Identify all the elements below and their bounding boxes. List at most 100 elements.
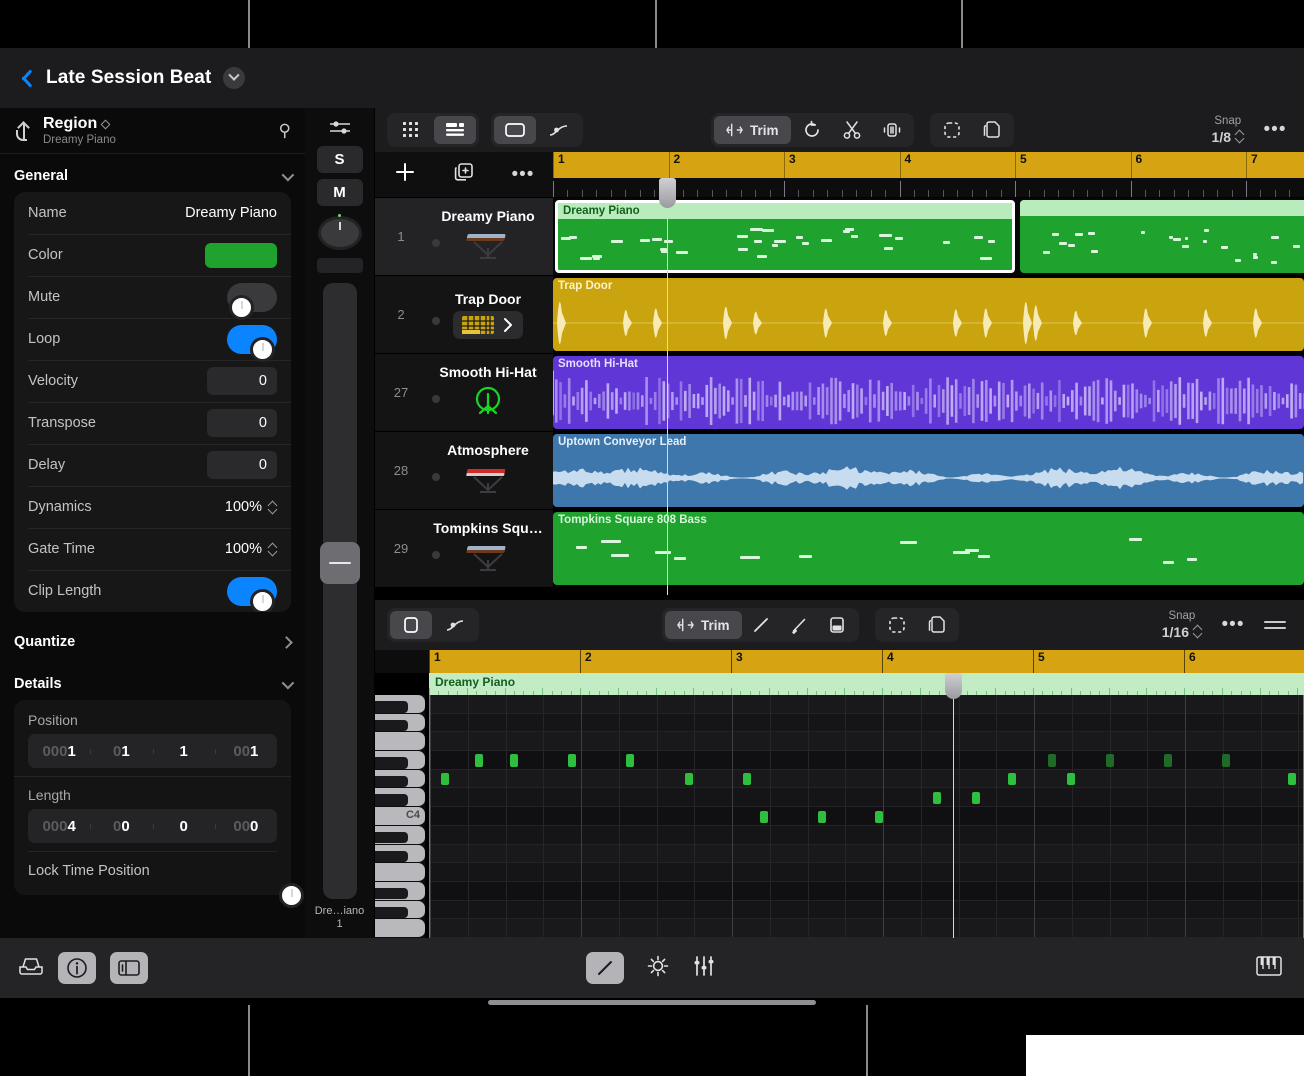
- region-left-handle[interactable]: [553, 370, 554, 416]
- insert-slot[interactable]: [317, 258, 363, 273]
- position-field[interactable]: 0001 01 1 001: [28, 734, 277, 768]
- piano-black-key[interactable]: [375, 757, 408, 769]
- region-dreamy-piano[interactable]: Dreamy Piano: [555, 200, 1015, 273]
- snap-control[interactable]: Snap 1/8: [1212, 115, 1244, 144]
- pr-note[interactable]: [1288, 773, 1296, 785]
- loop-region-icon[interactable]: [793, 116, 831, 144]
- pr-grid-lane[interactable]: [430, 770, 1303, 789]
- pr-grid-lane[interactable]: [430, 901, 1303, 920]
- mute-toggle[interactable]: [227, 283, 277, 312]
- resize-handle-icon[interactable]: [1258, 621, 1292, 629]
- volume-fader-track[interactable]: [323, 283, 357, 899]
- pr-note[interactable]: [475, 754, 483, 766]
- channel-settings-icon[interactable]: [325, 116, 355, 140]
- pr-note[interactable]: [441, 773, 449, 785]
- pr-trim-tool-button[interactable]: Trim: [665, 611, 742, 639]
- pr-note[interactable]: [1222, 754, 1230, 766]
- duplicate-icon[interactable]: [973, 116, 1011, 144]
- keyboard-icon[interactable]: [460, 459, 516, 499]
- piano-keyboard[interactable]: C4: [375, 695, 425, 938]
- pr-note[interactable]: [1106, 754, 1114, 766]
- pr-grid-lane[interactable]: [430, 919, 1303, 938]
- piano-black-key[interactable]: [375, 794, 408, 806]
- pr-note[interactable]: [568, 754, 576, 766]
- drum-kit-icon[interactable]: [468, 381, 508, 421]
- pin-icon[interactable]: ⚲: [279, 121, 291, 141]
- pr-grid-lane[interactable]: [430, 826, 1303, 845]
- pencil-tool-icon[interactable]: [742, 611, 780, 639]
- region-uptown-conveyor-lead[interactable]: Uptown Conveyor Lead: [553, 434, 1304, 507]
- info-icon[interactable]: [58, 952, 96, 984]
- region-dreamy-piano-loop[interactable]: [1020, 200, 1304, 273]
- piano-black-key[interactable]: [375, 776, 408, 788]
- piano-keyboard-icon[interactable]: [1256, 955, 1282, 982]
- track-lane-27[interactable]: Smooth Hi-Hat: [553, 353, 1304, 431]
- pr-note[interactable]: [1008, 773, 1016, 785]
- general-section-header[interactable]: General: [0, 154, 305, 192]
- pr-note[interactable]: [818, 811, 826, 823]
- details-section-header[interactable]: Details: [0, 658, 305, 700]
- pan-knob[interactable]: [318, 216, 362, 250]
- mixer-faders-icon[interactable]: [692, 954, 716, 983]
- track-header-27[interactable]: 27 Smooth Hi-Hat: [375, 353, 553, 431]
- trim-tool-button[interactable]: Trim: [714, 116, 791, 144]
- mute-button[interactable]: M: [317, 179, 363, 206]
- pr-more-button[interactable]: •••: [1216, 614, 1250, 636]
- arrange-playhead[interactable]: [667, 178, 668, 595]
- clip-length-toggle[interactable]: [227, 577, 277, 606]
- piano-black-key[interactable]: [375, 851, 408, 863]
- pr-grid-lane[interactable]: [430, 882, 1303, 901]
- back-chevron-icon[interactable]: [14, 66, 34, 90]
- pr-note[interactable]: [972, 792, 980, 804]
- record-enable-dot[interactable]: [432, 473, 440, 481]
- track-more-button[interactable]: •••: [512, 164, 535, 186]
- pr-note-grid[interactable]: [429, 695, 1304, 938]
- track-lane-28[interactable]: Uptown Conveyor Lead: [553, 431, 1304, 509]
- pr-grid-lane[interactable]: [430, 714, 1303, 733]
- add-track-icon[interactable]: [394, 161, 416, 188]
- track-header-29[interactable]: 29 Tompkins Squ…: [375, 509, 553, 587]
- flex-time-icon[interactable]: [873, 116, 911, 144]
- volume-fader-handle[interactable]: [320, 542, 360, 584]
- record-enable-dot[interactable]: [432, 551, 440, 559]
- arrange-more-button[interactable]: •••: [1258, 119, 1292, 141]
- record-enable-dot[interactable]: [432, 239, 440, 247]
- pr-note[interactable]: [875, 811, 883, 823]
- pr-grid-lane[interactable]: [430, 695, 1303, 714]
- piano-black-key[interactable]: [375, 888, 408, 900]
- pr-grid-lane[interactable]: [430, 863, 1303, 882]
- track-header-28[interactable]: 28 Atmosphere: [375, 431, 553, 509]
- pr-grid-lane[interactable]: [430, 788, 1303, 807]
- solo-button[interactable]: S: [317, 146, 363, 173]
- track-lane-1[interactable]: Dreamy Piano: [553, 197, 1304, 275]
- pr-timeline-ruler[interactable]: 123456: [429, 650, 1304, 673]
- track-header-2[interactable]: 2 Trap Door: [375, 275, 553, 353]
- row-color[interactable]: Color: [14, 234, 291, 276]
- piano-black-key[interactable]: [375, 832, 408, 844]
- pr-playhead[interactable]: [953, 673, 954, 938]
- automation-curve-tool-icon[interactable]: [538, 116, 580, 144]
- brush-tool-icon[interactable]: [780, 611, 818, 639]
- brightness-icon[interactable]: [646, 954, 670, 983]
- pr-note[interactable]: [1067, 773, 1075, 785]
- pr-note[interactable]: [760, 811, 768, 823]
- region-smooth-hihat[interactable]: Smooth Hi-Hat: [553, 356, 1304, 429]
- record-enable-dot[interactable]: [432, 317, 440, 325]
- pr-note[interactable]: [626, 754, 634, 766]
- pr-note[interactable]: [933, 792, 941, 804]
- pr-note[interactable]: [1048, 754, 1056, 766]
- region-select-tool-icon[interactable]: [390, 611, 432, 639]
- track-lane-2[interactable]: Trap Door: [553, 275, 1304, 353]
- pr-note[interactable]: [1164, 754, 1172, 766]
- row-velocity[interactable]: Velocity 0: [14, 360, 291, 402]
- piano-white-key[interactable]: [375, 732, 425, 751]
- row-name[interactable]: Name Dreamy Piano: [14, 192, 291, 234]
- pr-note[interactable]: [685, 773, 693, 785]
- length-field[interactable]: 0004 00 0 000: [28, 809, 277, 843]
- marquee-select-icon[interactable]: [933, 116, 971, 144]
- piano-black-key[interactable]: [375, 907, 408, 919]
- arrange-playhead-handle[interactable]: [659, 178, 676, 208]
- library-browser-icon[interactable]: [18, 956, 44, 981]
- row-lock-time-position[interactable]: Lock Time Position: [14, 851, 291, 891]
- piano-black-key[interactable]: [375, 701, 408, 713]
